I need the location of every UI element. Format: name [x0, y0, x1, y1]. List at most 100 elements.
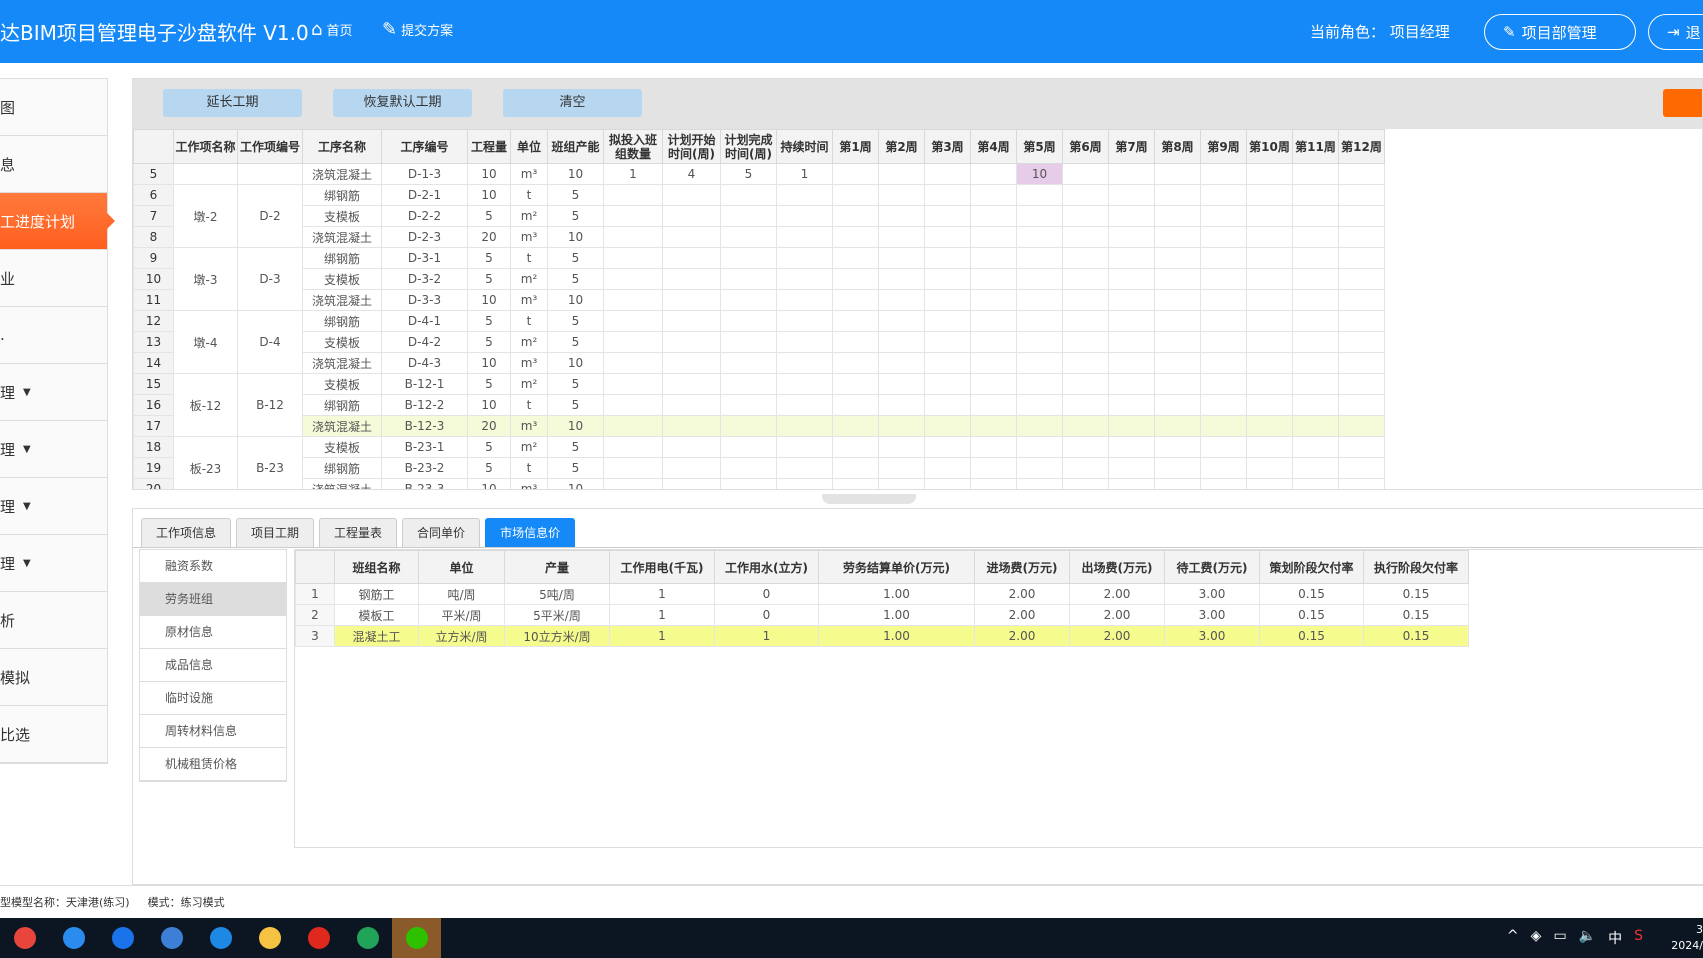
table-row[interactable]: 5 浇筑混凝土 D-1-3 10 m³ 10 1 4 5 1 10 [133, 163, 1385, 185]
week-cell[interactable] [1292, 352, 1339, 374]
category-item[interactable]: 原材信息 [140, 616, 286, 649]
column-header[interactable]: 单位 [418, 550, 505, 584]
column-header[interactable]: 工序名称 [302, 129, 382, 164]
week-cell[interactable] [1154, 163, 1201, 185]
tab[interactable]: 项目工期 [236, 518, 315, 547]
week-cell[interactable] [1200, 205, 1247, 227]
week-cell[interactable] [1016, 184, 1063, 206]
week-cell[interactable] [1338, 331, 1385, 353]
cell-pcode[interactable]: D-2-1 [381, 184, 468, 206]
week-cell[interactable] [1200, 184, 1247, 206]
sidebar-item[interactable]: 比选 [0, 706, 107, 763]
table-row[interactable]: 17 浇筑混凝土 B-12-3 20 m³ 10 [133, 415, 1385, 437]
table-row[interactable]: 3 混凝土工 立方米/周 10立方米/周 1 1 1.00 2.00 2.00 3.00 0.15 0… [295, 625, 1469, 647]
week-cell[interactable] [1108, 394, 1155, 416]
column-header[interactable]: 待工费(万元) [1164, 550, 1260, 584]
week-cell[interactable] [878, 331, 925, 353]
column-header[interactable]: 执行阶段欠付率 [1363, 550, 1469, 584]
sidebar-item[interactable]: 理 ▼ [0, 421, 107, 478]
cell-pcode[interactable]: D-3-1 [381, 247, 468, 269]
cell-unit[interactable]: m² [510, 373, 548, 395]
week-cell[interactable] [1016, 331, 1063, 353]
cell[interactable]: 0 [714, 604, 819, 626]
cell-proc[interactable]: 支模板 [302, 436, 382, 458]
cell-start[interactable] [662, 394, 721, 416]
week-cell[interactable] [1246, 163, 1293, 185]
cell-end[interactable] [720, 184, 777, 206]
column-header[interactable]: 进场费(万元) [974, 550, 1070, 584]
week-cell[interactable] [1154, 394, 1201, 416]
week-cell[interactable] [1108, 478, 1155, 489]
cell-pcode[interactable]: D-4-1 [381, 310, 468, 332]
cell-qty[interactable]: 5 [467, 457, 511, 479]
column-header[interactable]: 持续时间 [776, 129, 833, 164]
week-cell[interactable] [924, 457, 971, 479]
week-cell[interactable] [1246, 415, 1293, 437]
week-cell[interactable] [1200, 268, 1247, 290]
week-cell[interactable] [924, 394, 971, 416]
week-cell[interactable] [1016, 289, 1063, 311]
cell-cap[interactable]: 5 [547, 247, 604, 269]
cell-start[interactable] [662, 352, 721, 374]
week-cell[interactable] [878, 289, 925, 311]
cell-proc[interactable]: 绑钢筋 [302, 247, 382, 269]
week-cell[interactable] [1154, 205, 1201, 227]
week-cell[interactable] [1338, 436, 1385, 458]
cell-pcode[interactable]: D-1-3 [381, 163, 468, 185]
week-cell[interactable] [1338, 247, 1385, 269]
week-cell[interactable] [1200, 226, 1247, 248]
cell[interactable]: 1.00 [818, 583, 975, 605]
week-cell[interactable] [924, 268, 971, 290]
column-header[interactable]: 第12周 [1338, 129, 1385, 164]
cell-dur[interactable] [776, 268, 833, 290]
cell-start[interactable] [662, 457, 721, 479]
table-row[interactable]: 8 浇筑混凝土 D-2-3 20 m³ 10 [133, 226, 1385, 248]
week-cell[interactable] [1154, 373, 1201, 395]
week-cell[interactable] [1200, 331, 1247, 353]
cell-unit[interactable]: m³ [510, 415, 548, 437]
cell-end[interactable] [720, 457, 777, 479]
cell-cap[interactable]: 5 [547, 457, 604, 479]
week-cell[interactable] [1338, 478, 1385, 489]
cell-dur[interactable] [776, 331, 833, 353]
week-cell[interactable] [832, 205, 879, 227]
cell-dur[interactable] [776, 184, 833, 206]
week-cell[interactable] [1108, 352, 1155, 374]
cell[interactable]: 1.00 [818, 625, 975, 647]
week-cell[interactable] [1062, 457, 1109, 479]
week-cell[interactable] [1292, 331, 1339, 353]
week-cell[interactable] [1292, 163, 1339, 185]
week-cell[interactable] [970, 205, 1017, 227]
cell-unit[interactable]: t [510, 310, 548, 332]
cell-qty[interactable]: 10 [467, 163, 511, 185]
cell-end[interactable] [720, 478, 777, 489]
cell-teams[interactable] [603, 436, 663, 458]
column-header[interactable]: 劳务结算单价(万元) [818, 550, 975, 584]
week-cell[interactable] [1062, 331, 1109, 353]
ime-indicator[interactable]: 中 [1608, 928, 1622, 948]
week-cell[interactable] [924, 478, 971, 489]
table-row[interactable]: 14 浇筑混凝土 D-4-3 10 m³ 10 [133, 352, 1385, 374]
week-cell[interactable] [1154, 352, 1201, 374]
work-item-name[interactable]: 墩-4 [173, 310, 238, 374]
week-cell[interactable] [970, 352, 1017, 374]
week-cell[interactable] [970, 373, 1017, 395]
cell-unit[interactable]: t [510, 394, 548, 416]
cell-dur[interactable] [776, 478, 833, 489]
week-cell[interactable] [924, 352, 971, 374]
cell-dur[interactable] [776, 457, 833, 479]
column-header[interactable]: 工作项名称 [173, 129, 238, 164]
week-cell[interactable] [1108, 310, 1155, 332]
week-cell[interactable] [1108, 436, 1155, 458]
tray-expand-icon[interactable]: ^ [1507, 928, 1519, 948]
cell-cap[interactable]: 5 [547, 184, 604, 206]
column-header[interactable]: 工程量 [467, 129, 511, 164]
work-item-code[interactable]: B-12 [237, 373, 303, 437]
cell-proc[interactable]: 绑钢筋 [302, 394, 382, 416]
week-cell[interactable] [1108, 457, 1155, 479]
week-cell[interactable] [1338, 310, 1385, 332]
week-cell[interactable] [1016, 352, 1063, 374]
cell-proc[interactable]: 浇筑混凝土 [302, 289, 382, 311]
cell-proc[interactable]: 支模板 [302, 205, 382, 227]
week-cell[interactable] [832, 373, 879, 395]
